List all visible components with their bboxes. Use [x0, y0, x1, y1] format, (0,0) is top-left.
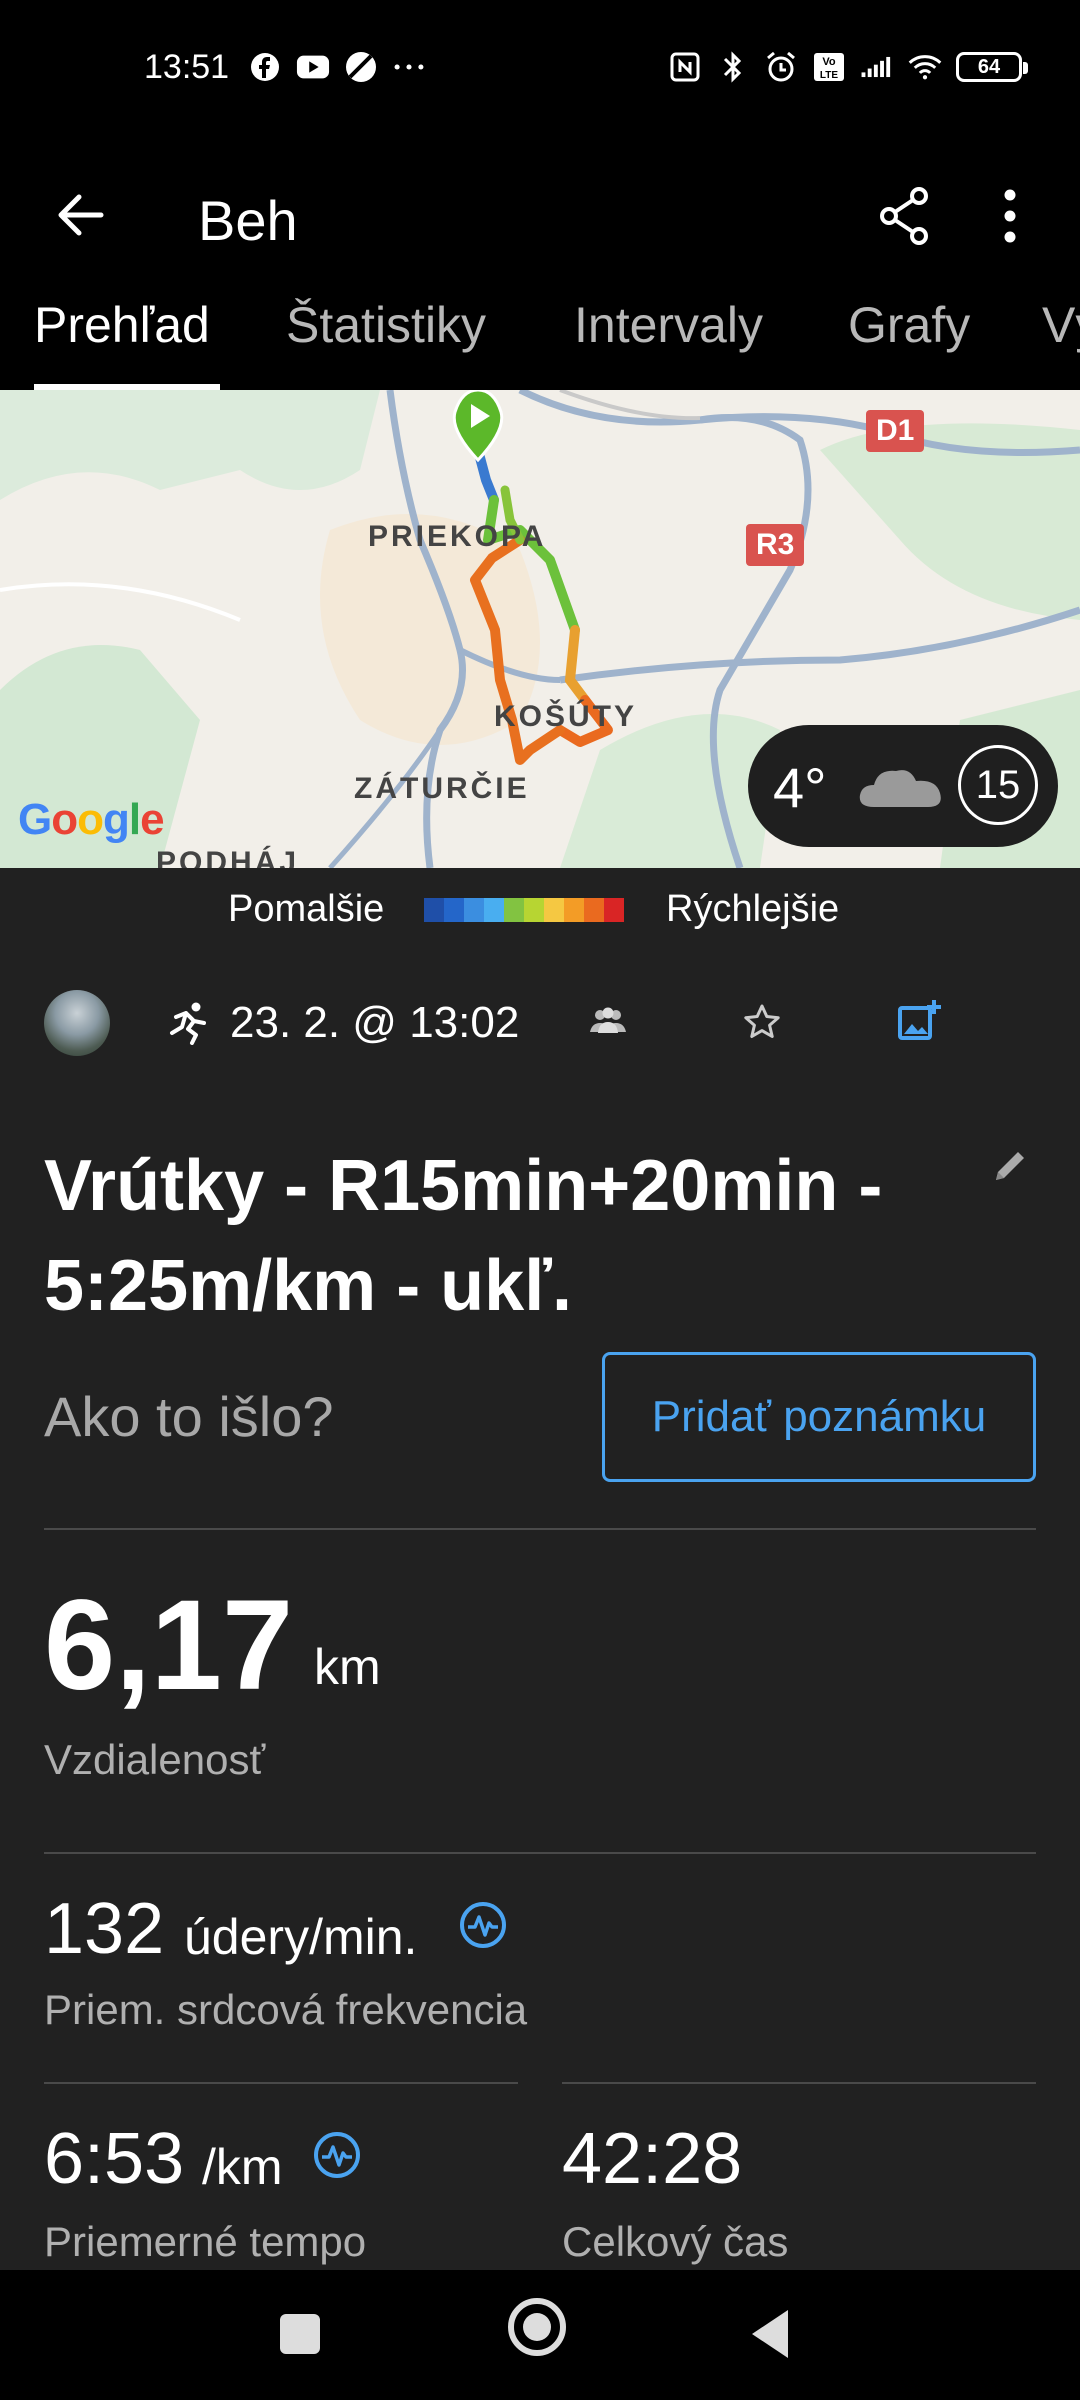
more-vert-icon [1004, 189, 1016, 243]
heart-rate-label: Priem. srdcová frekvencia [44, 1986, 528, 2033]
alarm-icon [764, 50, 798, 84]
running-icon [166, 1001, 210, 1050]
svg-text:LTE: LTE [820, 70, 838, 81]
more-options-button[interactable] [980, 176, 1040, 256]
total-time-value: 42:28 [562, 2119, 743, 2199]
people-icon[interactable] [588, 1006, 628, 1041]
wifi-icon [908, 50, 942, 84]
system-back-button[interactable] [752, 2310, 788, 2358]
legend-swatch [444, 898, 464, 922]
tab-intervals[interactable]: Intervaly [574, 296, 763, 386]
facebook-icon [248, 50, 282, 84]
legend-slow-label: Pomalšie [228, 888, 385, 930]
edit-title-icon[interactable] [990, 1146, 1030, 1191]
legend-swatch [464, 898, 484, 922]
map-label-zaturcie: ZÁTURČIE [354, 772, 530, 805]
system-nav-bar [0, 2270, 1080, 2400]
legend-swatch [564, 898, 584, 922]
tab-bar: Prehľad Štatistiky Intervaly Grafy Vý [0, 290, 1080, 390]
map-label-podhaj: PODHÁJ [156, 846, 300, 868]
divider [44, 1528, 1036, 1530]
distance-label: Vzdialenosť [44, 1736, 266, 1783]
tab-overview[interactable]: Prehľad [34, 296, 210, 386]
app-icon [344, 50, 378, 84]
volte-icon: Vo LTE [812, 50, 846, 84]
heart-rate-unit: údery/min. [184, 1909, 418, 1965]
legend-swatch [484, 898, 504, 922]
back-button[interactable] [40, 175, 120, 255]
weather-widget[interactable]: 4° 15 [748, 725, 1058, 847]
tab-more[interactable]: Vý [1042, 296, 1080, 386]
map-label-priekopa: PRIEKOPA [368, 520, 547, 553]
home-button[interactable] [508, 2298, 566, 2356]
road-shield-r3: R3 [746, 524, 805, 566]
map-label-kosuty: KOŠÚTY [494, 700, 638, 733]
legend-swatch [604, 898, 624, 922]
distance-unit: km [314, 1639, 381, 1695]
legend-swatch [524, 898, 544, 922]
svg-text:Vo: Vo [822, 56, 836, 68]
activity-title: Vrútky - R15min+20min - 5:25m/km - ukľ. [44, 1146, 883, 1326]
status-left-icons [248, 50, 426, 84]
distance-value: 6,17 [44, 1574, 294, 1717]
battery-indicator: 64 [956, 52, 1028, 82]
back-arrow-icon [58, 194, 104, 236]
signal-icon [860, 50, 894, 84]
pace-color-legend [424, 898, 624, 922]
legend-swatch [424, 898, 444, 922]
wind-indicator: 15 [958, 745, 1038, 825]
status-bar: 13:51 Vo LTE 64 [0, 0, 1080, 140]
legend-swatch [504, 898, 524, 922]
share-button[interactable] [864, 176, 944, 256]
app-bar: Beh [0, 140, 1080, 290]
bluetooth-icon [716, 50, 750, 84]
avatar[interactable] [44, 990, 110, 1056]
route-map[interactable]: PRIEKOPA KOŠÚTY ZÁTURČIE PODHÁJ D1 R3 Go… [0, 390, 1080, 868]
weather-temperature: 4° [773, 756, 827, 819]
page-title: Beh [198, 189, 298, 252]
activity-overview: Pomalšie Rýchlejšie 23. 2. @ 13:02 Vrútk… [0, 868, 1080, 2270]
pace-unit: /km [202, 2139, 283, 2195]
road-shield-d1: D1 [866, 410, 925, 452]
tab-statistics[interactable]: Štatistiky [286, 296, 486, 386]
divider [44, 2082, 518, 2084]
recents-button[interactable] [280, 2314, 320, 2354]
nfc-icon [668, 50, 702, 84]
share-icon [880, 187, 928, 245]
youtube-icon [296, 50, 330, 84]
pace-value: 6:53 [44, 2119, 185, 2199]
pace-zone-icon[interactable] [312, 2130, 362, 2185]
divider [562, 2082, 1036, 2084]
legend-swatch [584, 898, 604, 922]
activity-date: 23. 2. @ 13:02 [230, 998, 520, 1047]
star-icon[interactable] [742, 1002, 782, 1047]
add-note-button[interactable]: Pridať poznámku [602, 1352, 1036, 1482]
add-photo-icon[interactable] [896, 998, 942, 1049]
google-logo: Google [18, 795, 165, 844]
legend-fast-label: Rýchlejšie [666, 888, 840, 930]
heart-rate-zone-icon[interactable] [458, 1900, 508, 1955]
status-right-icons: Vo LTE 64 [668, 50, 1028, 84]
more-dots-icon [392, 50, 426, 84]
total-time-label: Celkový čas [562, 2218, 789, 2265]
legend-swatch [544, 898, 564, 922]
heart-rate-value: 132 [44, 1889, 165, 1969]
pace-label: Priemerné tempo [44, 2218, 367, 2265]
status-time: 13:51 [144, 48, 230, 86]
how-did-it-go-prompt[interactable]: Ako to išlo? [44, 1384, 334, 1449]
divider [44, 1852, 1036, 1854]
tab-charts[interactable]: Grafy [848, 296, 970, 386]
